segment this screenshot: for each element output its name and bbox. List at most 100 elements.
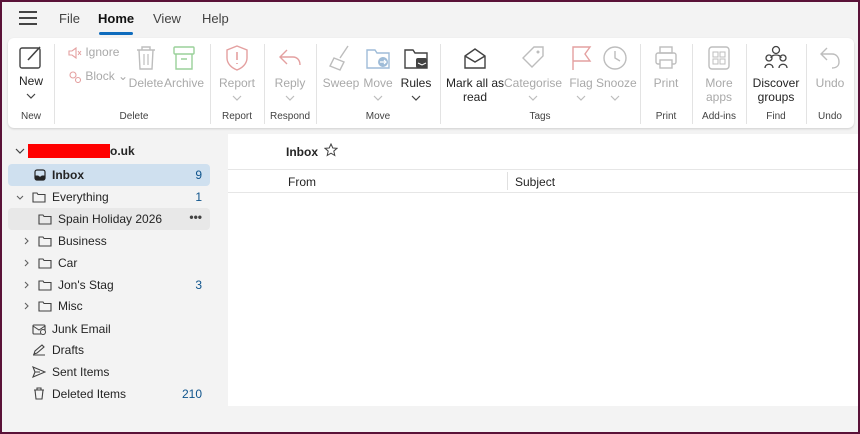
undo-button[interactable]: Undo <box>810 44 850 90</box>
reply-button[interactable]: Reply <box>270 44 310 104</box>
menu-home[interactable]: Home <box>98 11 134 26</box>
outlook-window: File Home View Help New New Ignore Block… <box>0 0 860 434</box>
folder-jons-stag[interactable]: Jon's Stag 3 <box>8 274 210 296</box>
envelope-open-icon <box>464 48 486 69</box>
ribbon-divider <box>210 44 211 124</box>
folder-drafts[interactable]: Drafts <box>8 339 210 361</box>
chevron-down-icon[interactable] <box>576 95 586 101</box>
mute-icon <box>68 46 82 59</box>
group-label-move: Move <box>365 111 391 122</box>
printer-icon <box>655 46 677 69</box>
account-name[interactable]: o.uk <box>110 144 135 158</box>
folder-icon <box>38 236 52 247</box>
menu-help[interactable]: Help <box>202 11 229 26</box>
ignore-button[interactable]: Ignore <box>68 45 128 59</box>
chevron-down-icon[interactable] <box>15 148 25 154</box>
ribbon-divider <box>316 44 317 124</box>
print-button[interactable]: Print <box>646 44 686 90</box>
delete-button[interactable]: Delete <box>128 44 164 90</box>
folder-icon <box>38 214 52 225</box>
folder-car[interactable]: Car <box>8 252 210 274</box>
chevron-right-icon[interactable] <box>24 302 29 310</box>
folder-sent-items[interactable]: Sent Items <box>8 361 210 383</box>
chevron-down-icon[interactable] <box>411 95 421 101</box>
archive-button[interactable]: Archive <box>164 44 204 90</box>
ribbon: New New Ignore Block ⌄ Delete Archive De… <box>8 38 854 128</box>
broom-icon <box>329 45 349 71</box>
ribbon-divider <box>54 44 55 124</box>
sweep-button[interactable]: Sweep <box>322 44 360 90</box>
ribbon-divider <box>264 44 265 124</box>
categorise-button[interactable]: Categorise <box>504 44 562 104</box>
ribbon-divider <box>692 44 693 124</box>
discover-groups-button[interactable]: Discover groups <box>750 44 802 104</box>
undo-icon <box>820 47 840 69</box>
chevron-down-icon[interactable] <box>528 95 538 101</box>
column-divider[interactable] <box>507 172 508 190</box>
chevron-down-icon[interactable] <box>232 95 242 101</box>
folder-deleted-items[interactable]: Deleted Items 210 <box>8 383 210 405</box>
people-group-icon <box>764 45 788 69</box>
snooze-button[interactable]: Snooze <box>596 44 637 104</box>
flag-icon <box>572 46 592 70</box>
active-tab-indicator <box>99 32 133 35</box>
folder-spain-holiday[interactable]: Spain Holiday 2026 ••• <box>8 208 210 230</box>
mark-all-read-button[interactable]: Mark all as read <box>446 44 504 104</box>
folder-business[interactable]: Business <box>8 230 210 252</box>
folder-junk-email[interactable]: Junk Email <box>8 318 210 340</box>
move-button[interactable]: Move <box>360 44 396 104</box>
group-label-new: New <box>20 111 41 122</box>
shield-warning-icon <box>226 45 248 71</box>
group-label-tags: Tags <box>529 111 551 122</box>
chevron-down-icon[interactable] <box>285 95 295 101</box>
menu-file[interactable]: File <box>59 11 80 26</box>
apps-grid-icon <box>708 46 730 70</box>
inbox-icon <box>34 169 46 181</box>
column-from[interactable]: From <box>288 175 316 189</box>
message-list-title: Inbox <box>286 145 318 159</box>
more-options-icon[interactable]: ••• <box>189 210 202 224</box>
folder-everything[interactable]: Everything 1 <box>8 186 210 208</box>
group-label-find: Find <box>766 111 786 122</box>
ribbon-divider <box>746 44 747 124</box>
folder-icon <box>38 301 52 312</box>
column-headers: From Subject <box>228 169 858 193</box>
group-label-report: Report <box>221 111 252 122</box>
group-label-respond: Respond <box>269 111 311 122</box>
chevron-right-icon[interactable] <box>24 281 29 289</box>
compose-icon <box>19 46 41 69</box>
trash-icon <box>137 46 155 70</box>
group-label-delete: Delete <box>119 111 149 122</box>
folder-icon <box>32 192 46 203</box>
folder-misc[interactable]: Misc <box>8 295 210 317</box>
group-label-print: Print <box>655 111 677 122</box>
chevron-down-icon[interactable] <box>26 93 36 99</box>
ribbon-divider <box>640 44 641 124</box>
clock-icon <box>603 46 627 70</box>
column-subject[interactable]: Subject <box>515 175 555 189</box>
more-apps-button[interactable]: More apps <box>698 44 740 104</box>
chevron-down-icon[interactable] <box>373 95 383 101</box>
ribbon-divider <box>806 44 807 124</box>
menu-view[interactable]: View <box>153 11 181 26</box>
send-icon <box>32 366 46 378</box>
favorite-star-icon[interactable] <box>324 143 338 157</box>
group-label-undo: Undo <box>818 111 842 122</box>
chevron-right-icon[interactable] <box>24 237 29 245</box>
chevron-down-icon[interactable] <box>16 195 24 200</box>
flag-button[interactable]: Flag <box>564 44 598 104</box>
chevron-down-icon[interactable] <box>610 95 620 101</box>
reply-icon <box>279 49 301 66</box>
folder-icon <box>38 258 52 269</box>
rules-button[interactable]: Rules <box>398 44 434 104</box>
new-mail-button[interactable]: New <box>14 44 48 102</box>
report-button[interactable]: Report <box>216 44 258 104</box>
block-user-icon <box>69 71 82 83</box>
chevron-right-icon[interactable] <box>24 259 29 267</box>
move-folder-icon <box>366 49 390 69</box>
archive-icon <box>173 46 195 70</box>
redacted-account-name <box>28 144 110 158</box>
folder-inbox[interactable]: Inbox 9 <box>8 164 210 186</box>
block-button[interactable]: Block ⌄ <box>68 69 134 83</box>
hamburger-menu-icon[interactable] <box>19 11 37 25</box>
